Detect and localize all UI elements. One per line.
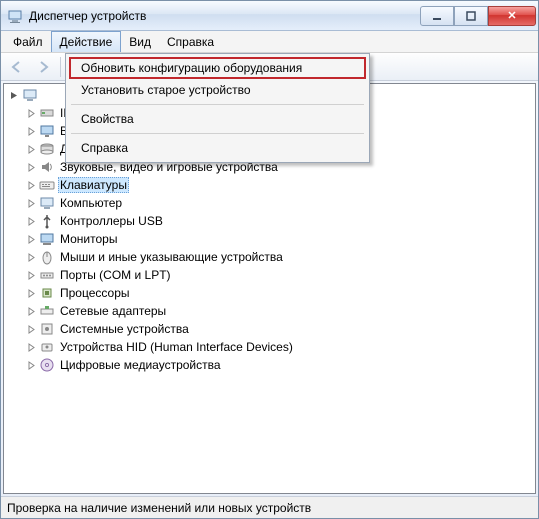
tree-row[interactable]: Мониторы	[4, 230, 535, 248]
menu-separator	[71, 104, 364, 105]
sound-icon	[39, 159, 55, 175]
window-buttons: ✕	[420, 6, 536, 26]
tree-row-label: Системные устройства	[58, 321, 191, 337]
menu-help[interactable]: Справка	[159, 31, 222, 52]
expand-icon[interactable]	[25, 359, 37, 371]
ide-icon	[39, 105, 55, 121]
tree-row-label: Порты (COM и LPT)	[58, 267, 173, 283]
expand-icon[interactable]	[25, 107, 37, 119]
statusbar: Проверка на наличие изменений или новых …	[1, 496, 538, 518]
menu-item-scan-hardware[interactable]: Обновить конфигурацию оборудования	[69, 57, 366, 79]
expand-icon[interactable]	[25, 287, 37, 299]
expand-icon[interactable]	[25, 143, 37, 155]
menu-view[interactable]: Вид	[121, 31, 159, 52]
tree-row[interactable]: Устройства HID (Human Interface Devices)	[4, 338, 535, 356]
port-icon	[39, 267, 55, 283]
tree-row-label: Мониторы	[58, 231, 119, 247]
expand-icon[interactable]	[25, 179, 37, 191]
expand-icon[interactable]	[25, 197, 37, 209]
menubar: Файл Действие Вид Справка	[1, 31, 538, 53]
computer-icon	[22, 87, 38, 103]
expand-icon[interactable]	[8, 89, 20, 101]
window-title: Диспетчер устройств	[29, 9, 414, 23]
expand-icon[interactable]	[25, 269, 37, 281]
tree-row-label: Цифровые медиаустройства	[58, 357, 223, 373]
tree-row[interactable]: Клавиатуры	[4, 176, 535, 194]
tree-row-label: Клавиатуры	[58, 177, 129, 193]
tree-row-label: Компьютер	[58, 195, 124, 211]
menu-separator	[71, 133, 364, 134]
mouse-icon	[39, 249, 55, 265]
forward-button[interactable]	[31, 56, 55, 78]
hid-icon	[39, 339, 55, 355]
tree-row[interactable]: Компьютер	[4, 194, 535, 212]
expand-icon[interactable]	[25, 323, 37, 335]
computer-icon	[39, 195, 55, 211]
media-icon	[39, 357, 55, 373]
keyboard-icon	[39, 177, 55, 193]
menu-item-add-legacy[interactable]: Установить старое устройство	[69, 79, 366, 101]
tree-row[interactable]: Порты (COM и LPT)	[4, 266, 535, 284]
display-icon	[39, 123, 55, 139]
disk-icon	[39, 141, 55, 157]
expand-icon[interactable]	[25, 215, 37, 227]
network-icon	[39, 303, 55, 319]
tree-row-label: Устройства HID (Human Interface Devices)	[58, 339, 295, 355]
menu-item-help[interactable]: Справка	[69, 137, 366, 159]
tree-row-label: Сетевые адаптеры	[58, 303, 168, 319]
expand-icon[interactable]	[25, 125, 37, 137]
expand-icon[interactable]	[25, 305, 37, 317]
system-icon	[39, 321, 55, 337]
tree-row-label: Контроллеры USB	[58, 213, 165, 229]
expand-icon[interactable]	[25, 341, 37, 353]
tree-row[interactable]: Контроллеры USB	[4, 212, 535, 230]
titlebar: Диспетчер устройств ✕	[1, 1, 538, 31]
tree-row-label: Мыши и иные указывающие устройства	[58, 249, 285, 265]
tree-row[interactable]: Системные устройства	[4, 320, 535, 338]
close-button[interactable]: ✕	[488, 6, 536, 26]
usb-icon	[39, 213, 55, 229]
action-menu-dropdown: Обновить конфигурацию оборудования Устан…	[65, 53, 370, 163]
device-manager-window: Диспетчер устройств ✕ Файл Действие Вид …	[0, 0, 539, 519]
tree-row[interactable]: Процессоры	[4, 284, 535, 302]
menu-action[interactable]: Действие	[51, 31, 122, 52]
back-button[interactable]	[5, 56, 29, 78]
menu-file[interactable]: Файл	[5, 31, 51, 52]
expand-icon[interactable]	[25, 233, 37, 245]
tree-row-label: Процессоры	[58, 285, 132, 301]
expand-icon[interactable]	[25, 251, 37, 263]
tree-row[interactable]: Сетевые адаптеры	[4, 302, 535, 320]
monitor-icon	[39, 231, 55, 247]
maximize-button[interactable]	[454, 6, 488, 26]
status-text: Проверка на наличие изменений или новых …	[7, 501, 311, 515]
tree-row[interactable]: Мыши и иные указывающие устройства	[4, 248, 535, 266]
menu-item-properties[interactable]: Свойства	[69, 108, 366, 130]
cpu-icon	[39, 285, 55, 301]
app-icon	[7, 8, 23, 24]
tree-row[interactable]: Цифровые медиаустройства	[4, 356, 535, 374]
toolbar-separator	[60, 57, 61, 77]
minimize-button[interactable]	[420, 6, 454, 26]
expand-icon[interactable]	[25, 161, 37, 173]
